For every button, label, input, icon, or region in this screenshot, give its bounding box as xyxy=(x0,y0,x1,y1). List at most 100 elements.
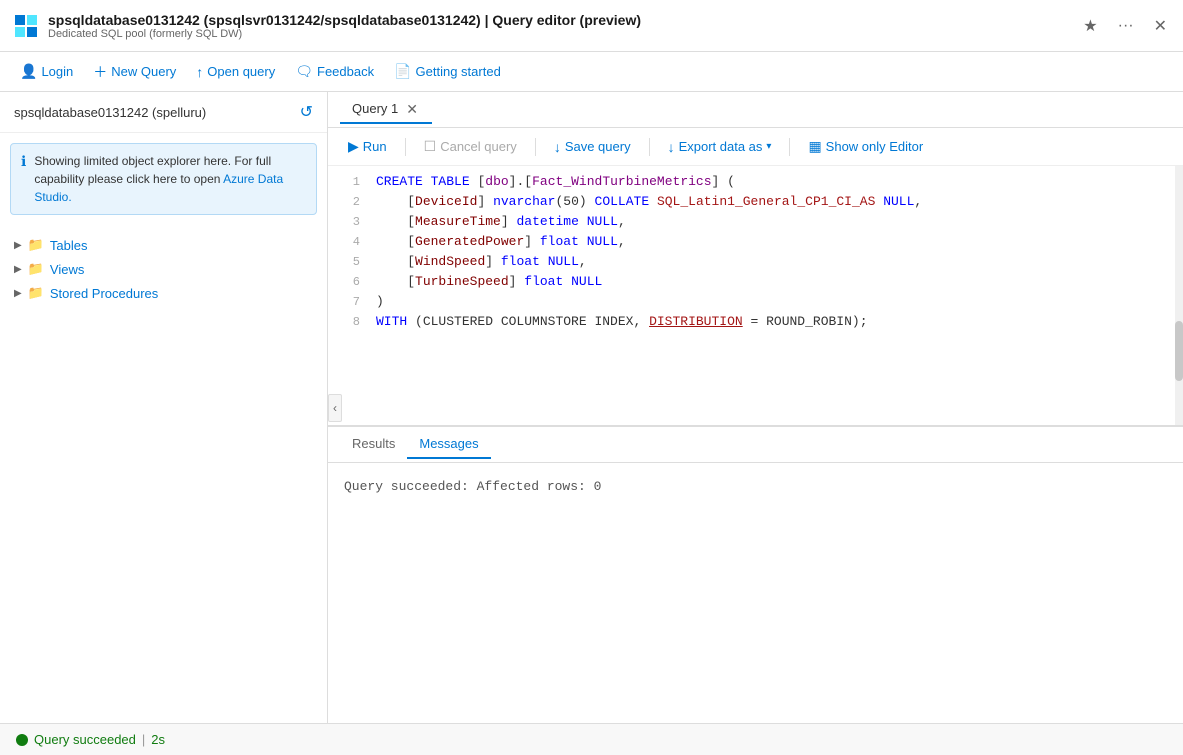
cancel-label: Cancel query xyxy=(440,139,517,154)
query-tab-1[interactable]: Query 1 ✕ xyxy=(340,95,432,124)
cancel-icon: ☐ xyxy=(424,138,437,155)
save-label: Save query xyxy=(565,139,631,154)
new-query-icon: ＋ xyxy=(93,62,107,82)
code-content-5: [WindSpeed] float NULL, xyxy=(376,254,1175,269)
azure-data-studio-link[interactable]: Azure Data Studio. xyxy=(34,172,283,204)
main-layout: spsqldatabase0131242 (spelluru) ↺ ℹ Show… xyxy=(0,92,1183,723)
azure-icon xyxy=(12,12,40,40)
status-separator: | xyxy=(142,732,145,747)
code-line-7: 7 ) xyxy=(328,294,1183,314)
code-line-1: 1 CREATE TABLE [dbo].[Fact_WindTurbineMe… xyxy=(328,174,1183,194)
separator xyxy=(535,138,536,156)
getting-started-icon: 📄 xyxy=(394,63,411,80)
grid-icon: ▦ xyxy=(808,138,821,155)
line-num-7: 7 xyxy=(336,294,360,309)
results-tab-messages[interactable]: Messages xyxy=(407,430,490,459)
query-tab-1-close[interactable]: ✕ xyxy=(404,102,420,116)
show-editor-button[interactable]: ▦ Show only Editor xyxy=(800,134,931,159)
code-content-1: CREATE TABLE [dbo].[Fact_WindTurbineMetr… xyxy=(376,174,1175,189)
feedback-button[interactable]: 🗨 Feedback xyxy=(287,59,382,84)
dropdown-arrow-icon: ▾ xyxy=(766,141,771,152)
status-dot-icon xyxy=(16,734,28,746)
main-toolbar: 👤 Login ＋ New Query ↑ Open query 🗨 Feedb… xyxy=(0,52,1183,92)
query-tabs: Query 1 ✕ xyxy=(328,92,1183,128)
scrollbar[interactable] xyxy=(1175,166,1183,425)
open-query-button[interactable]: ↑ Open query xyxy=(188,60,283,84)
chevron-right-icon: ▶ xyxy=(14,264,22,275)
scrollbar-thumb[interactable] xyxy=(1175,321,1183,381)
tree-item-stored-procedures[interactable]: ▶ 📁 Stored Procedures xyxy=(0,281,327,305)
code-line-2: 2 [DeviceId] nvarchar(50) COLLATE SQL_La… xyxy=(328,194,1183,214)
status-success-text: Query succeeded xyxy=(34,732,136,747)
run-button[interactable]: ▶ Run xyxy=(340,134,395,159)
results-tab-results-label: Results xyxy=(352,436,395,451)
title-bar: spsqldatabase0131242 (spsqlsvr0131242/sp… xyxy=(0,0,1183,52)
login-icon: 👤 xyxy=(20,63,37,80)
code-content-6: [TurbineSpeed] float NULL xyxy=(376,274,1175,289)
code-content-7: ) xyxy=(376,294,1175,309)
status-success: Query succeeded | 2s xyxy=(16,732,165,747)
code-line-3: 3 [MeasureTime] datetime NULL, xyxy=(328,214,1183,234)
more-button[interactable]: ··· xyxy=(1114,13,1138,39)
tree-item-views-label: Views xyxy=(50,262,84,277)
chevron-right-icon: ▶ xyxy=(14,240,22,251)
title-text: spsqldatabase0131242 (spsqlsvr0131242/sp… xyxy=(48,12,641,40)
code-content-4: [GeneratedPower] float NULL, xyxy=(376,234,1175,249)
tree-item-tables-label: Tables xyxy=(50,238,88,253)
line-num-1: 1 xyxy=(336,174,360,189)
results-area: Results Messages Query succeeded: Affect… xyxy=(328,426,1183,723)
results-tab-results[interactable]: Results xyxy=(340,430,407,459)
tree-item-views[interactable]: ▶ 📁 Views xyxy=(0,257,327,281)
separator xyxy=(649,138,650,156)
sidebar-collapse-handle[interactable]: ‹ xyxy=(328,394,342,422)
code-line-8: 8 WITH (CLUSTERED COLUMNSTORE INDEX, DIS… xyxy=(328,314,1183,334)
tree-item-tables[interactable]: ▶ 📁 Tables xyxy=(0,233,327,257)
open-query-label: Open query xyxy=(207,64,275,79)
login-button[interactable]: 👤 Login xyxy=(12,59,81,84)
results-message: Query succeeded: Affected rows: 0 xyxy=(344,479,601,494)
status-duration: 2s xyxy=(151,732,165,747)
code-editor[interactable]: 1 CREATE TABLE [dbo].[Fact_WindTurbineMe… xyxy=(328,166,1183,426)
code-content-8: WITH (CLUSTERED COLUMNSTORE INDEX, DISTR… xyxy=(376,314,1175,329)
export-icon: ↓ xyxy=(668,139,675,155)
azure-logo xyxy=(15,15,37,37)
new-query-label: New Query xyxy=(111,64,176,79)
open-query-icon: ↑ xyxy=(196,64,203,80)
sidebar-tree: ▶ 📁 Tables ▶ 📁 Views ▶ 📁 Stored Procedur… xyxy=(0,225,327,313)
save-query-button[interactable]: ↓ Save query xyxy=(546,135,639,159)
results-tabs: Results Messages xyxy=(328,427,1183,463)
line-num-4: 4 xyxy=(336,234,360,249)
close-button[interactable]: ✕ xyxy=(1150,12,1171,40)
login-label: Login xyxy=(41,64,73,79)
feedback-label: Feedback xyxy=(317,64,374,79)
new-query-button[interactable]: ＋ New Query xyxy=(85,58,184,86)
code-content-2: [DeviceId] nvarchar(50) COLLATE SQL_Lati… xyxy=(376,194,1175,209)
run-icon: ▶ xyxy=(348,138,359,155)
separator xyxy=(789,138,790,156)
page-subtitle: Dedicated SQL pool (formerly SQL DW) xyxy=(48,28,641,40)
run-label: Run xyxy=(363,139,387,154)
results-content: Query succeeded: Affected rows: 0 xyxy=(328,463,1183,723)
folder-icon: 📁 xyxy=(28,285,44,301)
line-num-6: 6 xyxy=(336,274,360,289)
sidebar-header: spsqldatabase0131242 (spelluru) ↺ xyxy=(0,92,327,133)
editor-toolbar: ▶ Run ☐ Cancel query ↓ Save query ↓ Expo… xyxy=(328,128,1183,166)
cancel-query-button[interactable]: ☐ Cancel query xyxy=(416,134,525,159)
folder-icon: 📁 xyxy=(28,261,44,277)
code-line-6: 6 [TurbineSpeed] float NULL xyxy=(328,274,1183,294)
page-title: spsqldatabase0131242 (spsqlsvr0131242/sp… xyxy=(48,12,641,28)
save-icon: ↓ xyxy=(554,139,561,155)
title-bar-left: spsqldatabase0131242 (spsqlsvr0131242/sp… xyxy=(12,12,641,40)
editor-area: Query 1 ✕ ▶ Run ☐ Cancel query ↓ Sav xyxy=(328,92,1183,723)
code-content-3: [MeasureTime] datetime NULL, xyxy=(376,214,1175,229)
sidebar-refresh-button[interactable]: ↺ xyxy=(300,102,313,122)
status-bar: Query succeeded | 2s xyxy=(0,723,1183,755)
favorite-button[interactable]: ★ xyxy=(1079,12,1101,40)
show-editor-label: Show only Editor xyxy=(826,139,924,154)
feedback-icon: 🗨 xyxy=(295,63,313,80)
export-button[interactable]: ↓ Export data as ▾ xyxy=(660,135,780,159)
tree-item-stored-proc-label: Stored Procedures xyxy=(50,286,158,301)
getting-started-button[interactable]: 📄 Getting started xyxy=(386,59,509,84)
results-tab-messages-label: Messages xyxy=(419,436,478,451)
sidebar-db-title: spsqldatabase0131242 (spelluru) xyxy=(14,105,206,120)
